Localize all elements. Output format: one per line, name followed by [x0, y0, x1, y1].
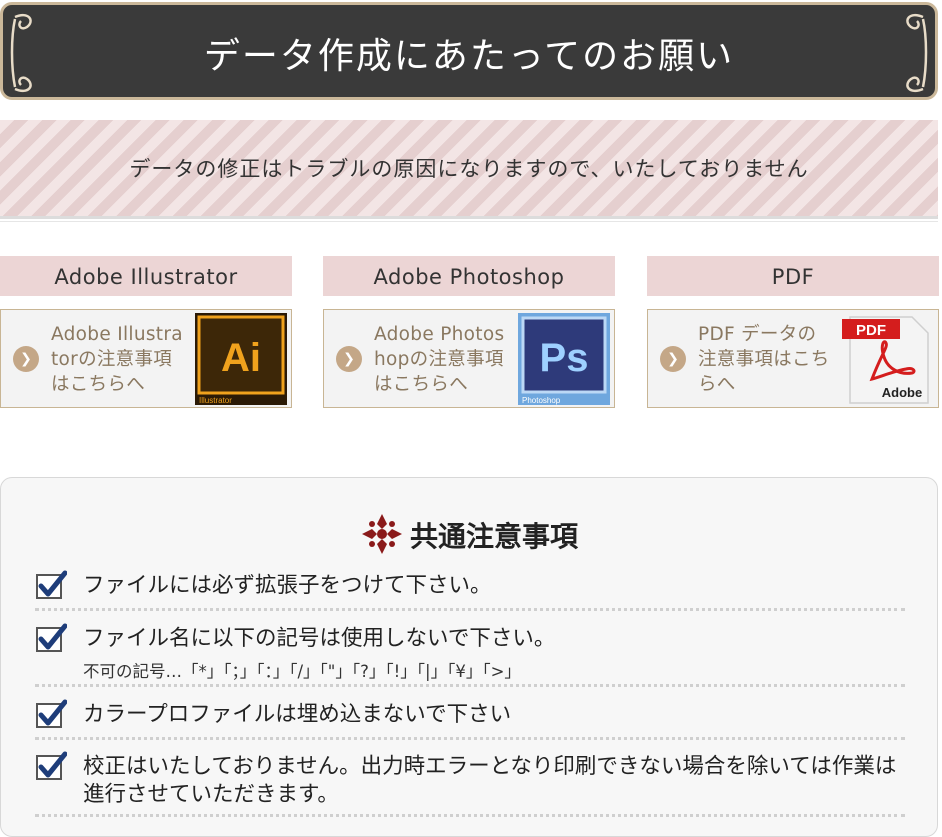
photoshop-section: Adobe Photoshop ❯ Adobe Photoshopの注意事項はこ…: [323, 256, 615, 408]
notes-title: 共通注意事項: [1, 512, 937, 556]
illustrator-link-card[interactable]: ❯ Adobe Illustratorの注意事項はこちらへ Ai Illustr…: [0, 309, 292, 408]
notice-banner-text: データの修正はトラブルの原因になりますので、いたしておりません: [129, 157, 809, 181]
dotted-divider: [35, 608, 905, 611]
note-text: ファイル名に以下の記号は使用しないで下さい。: [83, 626, 556, 651]
photoshop-logo-icon: Ps Photoshop: [518, 313, 610, 405]
scroll-ornament-icon: [906, 13, 928, 93]
illustrator-section: Adobe Illustrator ❯ Adobe Illustratorの注意…: [0, 256, 292, 408]
chevron-right-icon: ❯: [336, 346, 362, 372]
notice-banner: データの修正はトラブルの原因になりますので、いたしておりません: [0, 120, 938, 216]
page-title: データ作成にあたってのお願い: [203, 36, 735, 77]
photoshop-link-label: Adobe Photoshopの注意事項はこちらへ: [374, 324, 505, 395]
dotted-divider: [35, 737, 905, 740]
ornament-cross-icon: [361, 514, 402, 554]
divider: [0, 221, 938, 222]
dotted-divider: [35, 814, 905, 817]
notes-title-text: 共通注意事項: [409, 520, 578, 553]
divider: [0, 216, 938, 219]
photoshop-link-card[interactable]: ❯ Adobe Photoshopの注意事項はこちらへ Ps Photoshop: [323, 309, 615, 408]
illustrator-heading: Adobe Illustrator: [0, 256, 292, 296]
illustrator-logo-icon: Ai Illustrator: [195, 313, 287, 405]
note-text: 校正はいたしておりません。出力時エラーとなり印刷できない場合を除いては作業は進行…: [83, 754, 897, 807]
photoshop-heading: Adobe Photoshop: [323, 256, 615, 296]
logo-caption: Adobe: [882, 385, 922, 400]
checkbox-checked-icon: [36, 699, 67, 728]
pdf-link-label: PDF データの注意事項はこちらへ: [698, 324, 830, 395]
chevron-right-icon: ❯: [660, 346, 686, 372]
chevron-right-icon: ❯: [13, 346, 39, 372]
pdf-link-card[interactable]: ❯ PDF データの注意事項はこちらへ PDF Adobe: [647, 309, 939, 408]
note-subtext: 不可の記号…「*」「；」「：」「/」「"」「?」「!」「|」「¥」「>」: [83, 662, 521, 681]
pdf-heading: PDF: [647, 256, 939, 296]
note-text: カラープロファイルは埋め込まないで下さい: [83, 702, 512, 727]
logo-letters: Ps: [540, 336, 589, 380]
illustrator-link-label: Adobe Illustratorの注意事項はこちらへ: [51, 324, 183, 395]
logo-letters: PDF: [856, 322, 886, 339]
note-text: ファイルには必ず拡張子をつけて下さい。: [83, 573, 492, 598]
logo-caption: Illustrator: [199, 396, 232, 405]
common-notes-panel: 共通注意事項 ファイルには必ず拡張子をつけて下さい。 ファイル名に以下の記号は使…: [0, 477, 938, 837]
checkbox-checked-icon: [36, 623, 67, 652]
checkbox-checked-icon: [36, 751, 67, 780]
checkbox-checked-icon: [36, 570, 67, 599]
logo-letters: Ai: [221, 336, 261, 380]
pdf-logo-icon: PDF Adobe: [842, 316, 929, 404]
pdf-section: PDF ❯ PDF データの注意事項はこちらへ PDF Adobe: [647, 256, 939, 408]
logo-caption: Photoshop: [522, 396, 561, 405]
dotted-divider: [35, 684, 905, 687]
page-header: データ作成にあたってのお願い: [0, 2, 938, 100]
